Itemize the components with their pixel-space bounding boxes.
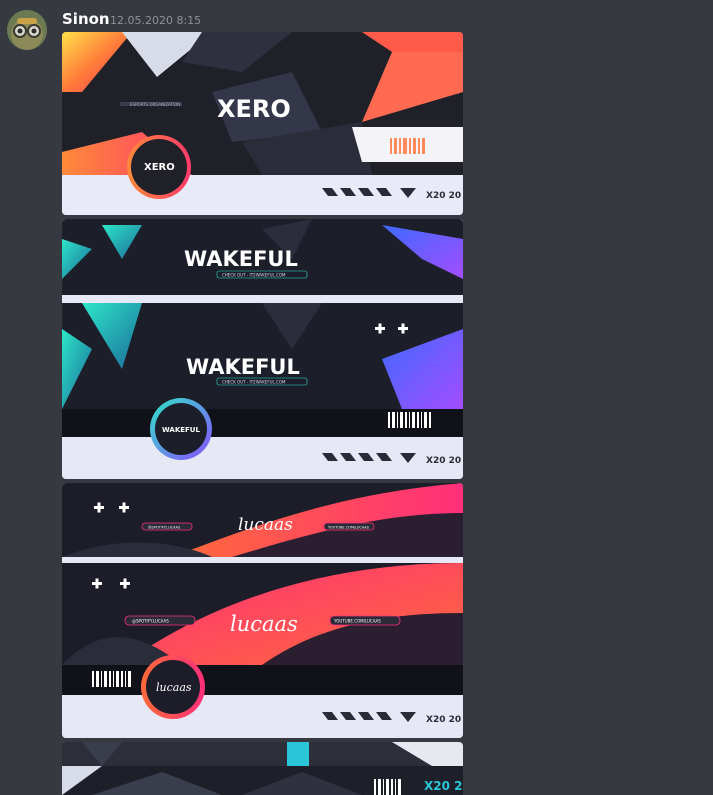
wakeful-header-sub: CHECK OUT - IT2WAKEFUL.COM bbox=[222, 273, 286, 278]
wakeful-twitter-sub: CHECK OUT - IT2WAKEFUL.COM bbox=[222, 380, 286, 385]
wakeful-banner-art: WAKEFUL CHECK OUT - IT2WAKEFUL.COM WAKEF… bbox=[62, 219, 463, 479]
xero-footer-mark: X20 20 bbox=[426, 191, 461, 201]
xero-header-tag: ESPORTS ORGANIZATION bbox=[130, 102, 180, 107]
lucaas-header-left-pill: @SPOTIFY.LUCAAS bbox=[148, 526, 181, 530]
avatar[interactable] bbox=[7, 10, 47, 50]
message-timestamp: 12.05.2020 8:15 bbox=[110, 14, 202, 27]
xero-banner-art: ESPORTS ORGANIZATION XERO XERO X20 20 bbox=[62, 32, 463, 215]
lucaas-twitter-right-pill: YOUTUBE.COM/LUCAAS bbox=[333, 619, 381, 624]
attachment-image-partial[interactable]: X20 20 bbox=[62, 742, 463, 795]
lucaas-header-script: lucaas bbox=[238, 515, 293, 535]
wakeful-twitter-title: WAKEFUL bbox=[186, 355, 300, 379]
lucaas-header-right-pill: YOUTUBE.COM/LUCAAS bbox=[328, 526, 370, 530]
lucaas-twitter-script: lucaas bbox=[230, 612, 298, 636]
lucaas-banner-art: @SPOTIFY.LUCAAS YOUTUBE.COM/LUCAAS lucaa… bbox=[62, 483, 463, 738]
avatar-image bbox=[7, 10, 47, 50]
partial-banner-art: X20 20 bbox=[62, 742, 463, 795]
lucaas-twitter-left-pill: @SPOTIFY.LUCAAS bbox=[132, 619, 169, 624]
wakeful-header-title: WAKEFUL bbox=[184, 247, 298, 271]
lucaas-footer-mark: X20 20 bbox=[426, 715, 461, 725]
partial-footer-mark: X20 20 bbox=[424, 779, 463, 793]
lucaas-avatar-text: lucaas bbox=[156, 681, 192, 694]
attachment-image-lucaas[interactable]: @SPOTIFY.LUCAAS YOUTUBE.COM/LUCAAS lucaa… bbox=[62, 483, 463, 738]
xero-avatar-text: XERO bbox=[144, 162, 175, 173]
xero-brand-title: XERO bbox=[217, 95, 291, 123]
attachment-image-wakeful[interactable]: WAKEFUL CHECK OUT - IT2WAKEFUL.COM WAKEF… bbox=[62, 219, 463, 479]
attachment-image-xero[interactable]: ESPORTS ORGANIZATION XERO XERO X20 20 bbox=[62, 32, 463, 215]
wakeful-avatar-text: WAKEFUL bbox=[162, 426, 200, 434]
wakeful-footer-mark: X20 20 bbox=[426, 456, 461, 466]
message-author[interactable]: Sinon bbox=[62, 10, 110, 28]
